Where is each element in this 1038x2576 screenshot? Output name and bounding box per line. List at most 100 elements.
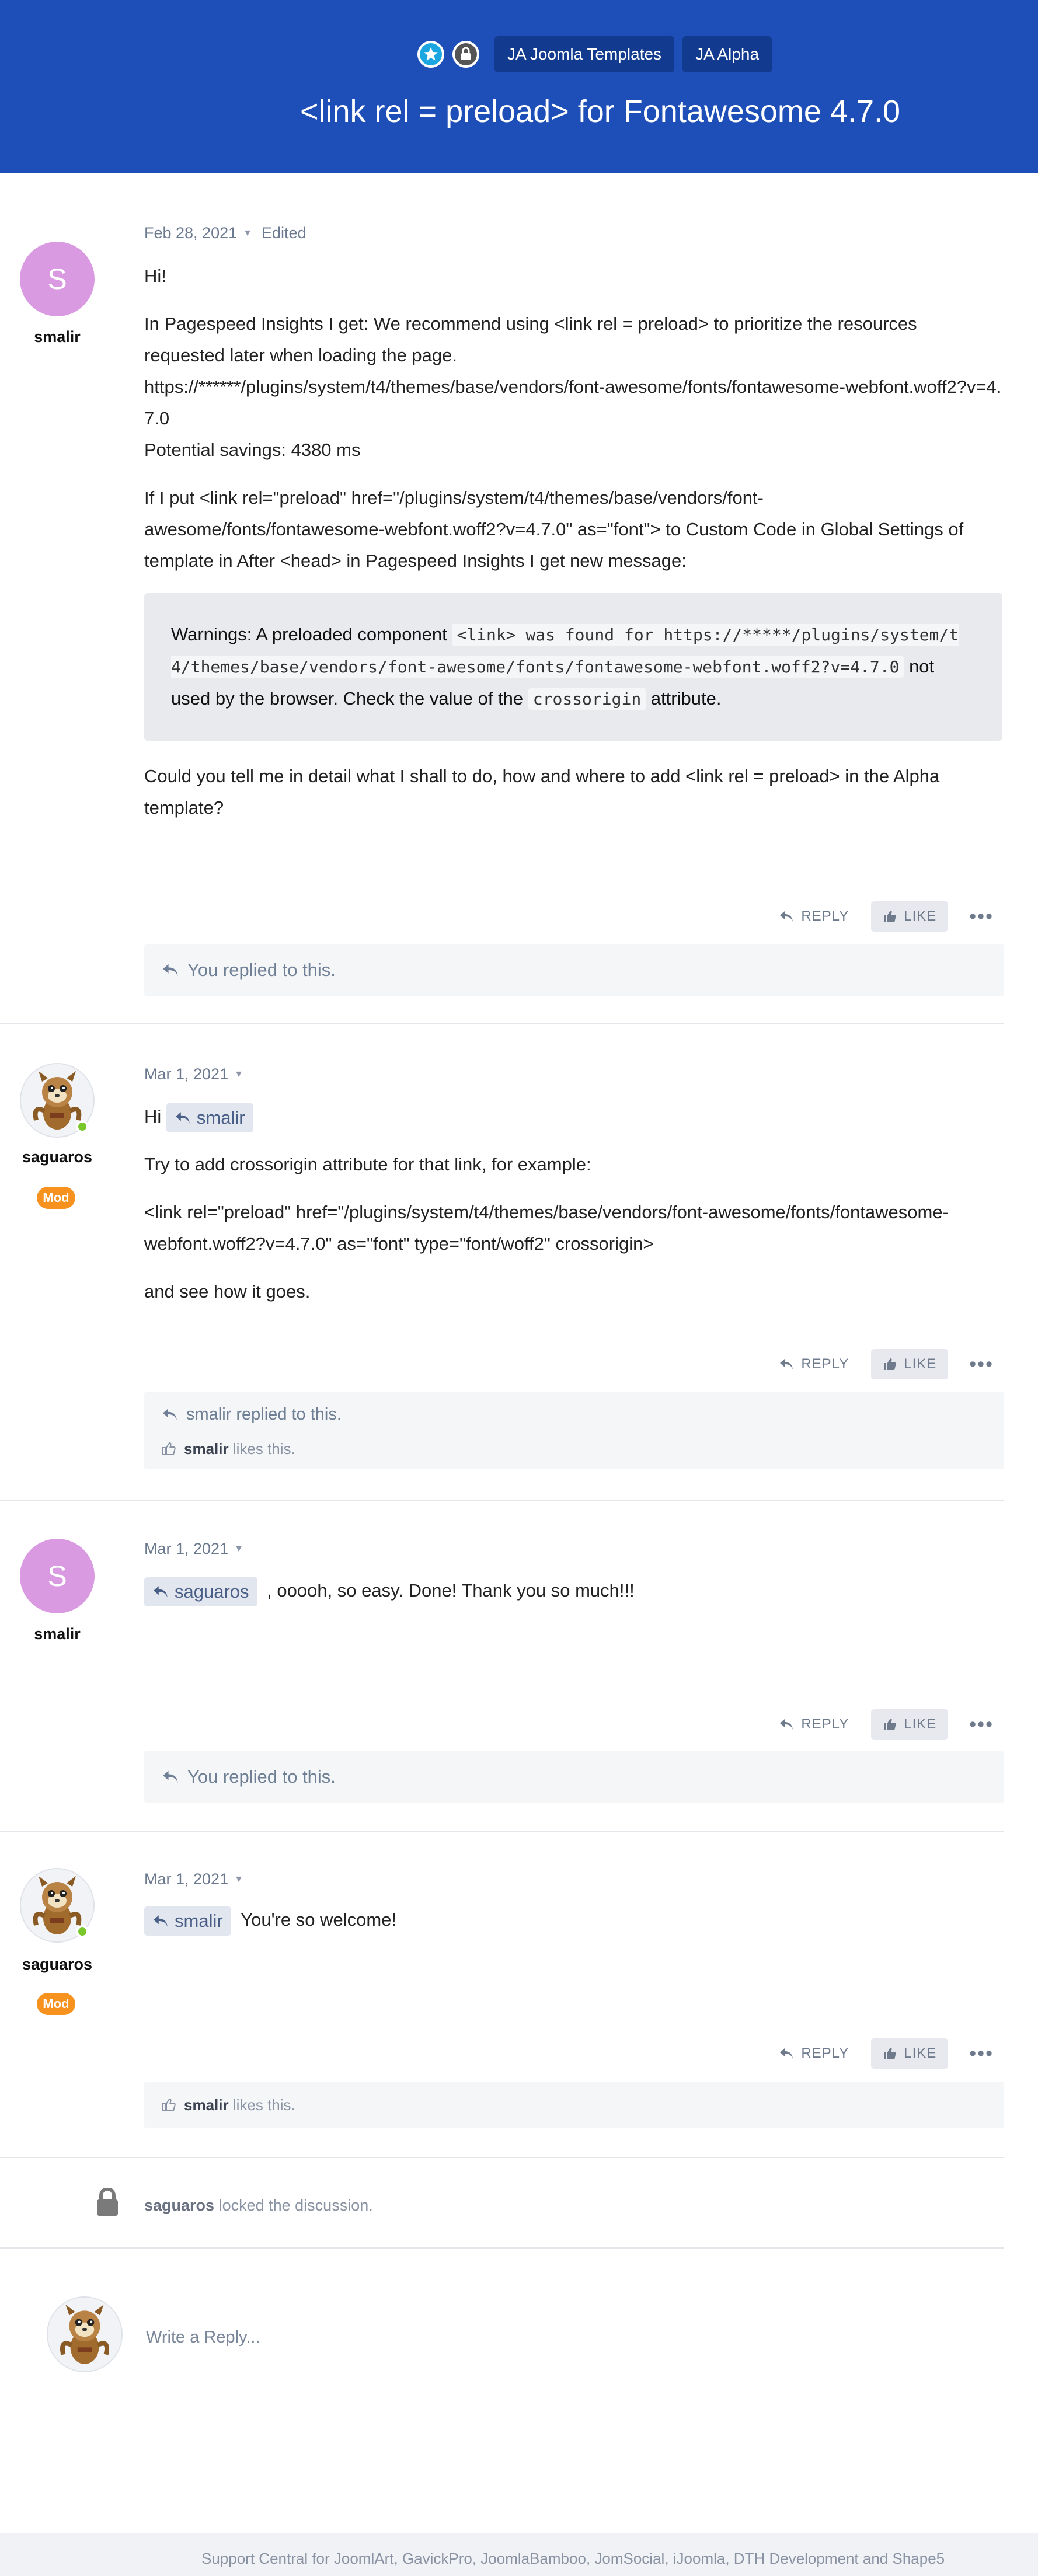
more-options-button[interactable]: ••• — [959, 1349, 1004, 1379]
thumbs-up-icon — [884, 911, 897, 922]
mention-link[interactable]: smalir — [166, 1103, 253, 1132]
reply-composer[interactable]: Write a Reply... — [0, 2277, 1038, 2382]
mention-link[interactable]: smalir — [144, 1906, 231, 1936]
reply-icon — [163, 1770, 178, 1783]
replied-indicator[interactable]: You replied to this. — [162, 1751, 987, 1803]
likes-text: likes this. — [232, 1439, 295, 1458]
replied-indicator[interactable]: You replied to this. — [162, 944, 987, 996]
blockquote: Warnings: A preloaded component <link> w… — [144, 593, 1002, 741]
replied-text: smalir replied to this. — [186, 1404, 342, 1424]
like-button[interactable]: LIKE — [871, 901, 949, 932]
post-footer: smalir replied to this. smalir likes thi… — [144, 1392, 1004, 1469]
post-actions: REPLY LIKE ••• — [767, 901, 1004, 932]
reply-icon — [163, 964, 178, 977]
replied-text: You replied to this. — [187, 960, 336, 980]
divider — [0, 1831, 1004, 1832]
reply-button[interactable]: REPLY — [767, 2038, 861, 2069]
post-paragraph: Hi! — [144, 266, 166, 286]
post-date[interactable]: Feb 28, 2021 — [144, 224, 237, 242]
reply-icon — [780, 2048, 793, 2059]
post-date[interactable]: Mar 1, 2021 — [144, 1065, 228, 1083]
post-body: Hi! In Pagespeed Insights I get: We reco… — [144, 260, 1002, 840]
avatar — [47, 2296, 123, 2372]
chevron-down-icon[interactable]: ▼ — [234, 1069, 243, 1080]
reply-button[interactable]: REPLY — [767, 901, 861, 932]
post-footer: You replied to this. — [144, 944, 1004, 996]
edited-label[interactable]: Edited — [262, 224, 306, 242]
likes-text: likes this. — [232, 2096, 295, 2114]
reply-button[interactable]: REPLY — [767, 1349, 861, 1379]
avatar[interactable]: S — [20, 242, 95, 316]
reply-icon — [780, 1359, 793, 1369]
reply-placeholder[interactable]: Write a Reply... — [146, 2328, 260, 2347]
discussion-title: <link rel = preload> for Fontawesome 4.7… — [299, 94, 901, 129]
post-text: , ooooh, so easy. Done! Thank you so muc… — [267, 1580, 635, 1601]
likes-user[interactable]: smalir — [184, 1440, 229, 1458]
thumbs-up-icon — [162, 2098, 176, 2111]
chevron-down-icon[interactable]: ▼ — [234, 1874, 243, 1885]
likes-indicator[interactable]: smalir likes this. — [162, 1434, 987, 1463]
locked-text: saguaros locked the discussion. — [144, 2197, 373, 2215]
site-footer: Support Central for JoomlArt, GavickPro,… — [0, 2533, 1038, 2576]
replied-indicator[interactable]: smalir replied to this. — [162, 1395, 987, 1434]
more-options-button[interactable]: ••• — [959, 901, 1004, 932]
quote-text: attribute. — [646, 688, 722, 709]
post-text: In Pagespeed Insights I get: We recommen… — [144, 313, 917, 365]
inline-code: crossorigin — [528, 688, 646, 710]
mod-badge: Mod — [37, 1993, 75, 2015]
likes-indicator[interactable]: smalir likes this. — [162, 2082, 987, 2128]
post-author[interactable]: smalir — [0, 328, 114, 346]
like-button[interactable]: LIKE — [871, 2038, 949, 2069]
like-button[interactable]: LIKE — [871, 1349, 949, 1379]
more-options-button[interactable]: ••• — [959, 2038, 1004, 2069]
divider — [0, 1023, 1004, 1024]
mention-name: smalir — [175, 1910, 223, 1931]
post-paragraph: saguaros , ooooh, so easy. Done! Thank y… — [144, 1575, 1002, 1606]
locked-badge — [452, 41, 479, 68]
post-author[interactable]: saguaros — [0, 1955, 114, 1974]
post-paragraph: Could you tell me in detail what I shall… — [144, 766, 940, 818]
post-body: smalir You're so welcome! — [144, 1904, 1002, 1952]
reply-icon — [176, 1112, 190, 1124]
post-meta: Mar 1, 2021 ▼ — [144, 1540, 243, 1558]
reply-label: REPLY — [801, 2045, 849, 2061]
tag-ja-joomla-templates[interactable]: JA Joomla Templates — [494, 36, 675, 72]
locked-user[interactable]: saguaros — [144, 2197, 214, 2214]
chevron-down-icon[interactable]: ▼ — [243, 228, 252, 239]
post-paragraph: In Pagespeed Insights I get: We recommen… — [144, 308, 1002, 466]
post-paragraph: <link rel="preload" href="/plugins/syste… — [144, 1202, 949, 1254]
reply-icon — [163, 1409, 177, 1420]
like-label: LIKE — [904, 1356, 937, 1372]
reply-icon — [154, 1586, 168, 1598]
star-icon — [420, 43, 442, 65]
post-paragraph: Try to add crossorigin attribute for tha… — [144, 1154, 591, 1174]
more-options-button[interactable]: ••• — [959, 1709, 1004, 1740]
avatar[interactable]: S — [20, 1539, 95, 1613]
post-author[interactable]: smalir — [0, 1625, 114, 1643]
mention-name: smalir — [196, 1107, 245, 1128]
likes-user[interactable]: smalir — [184, 2096, 229, 2114]
tag-ja-alpha[interactable]: JA Alpha — [682, 36, 772, 72]
like-button[interactable]: LIKE — [871, 1709, 949, 1740]
header-badges: JA Joomla Templates JA Alpha — [417, 36, 772, 72]
post-paragraph: If I put <link rel="preload" href="/plug… — [144, 487, 964, 571]
reply-icon — [154, 1915, 168, 1927]
post-paragraph: Hi smalir — [144, 1101, 1002, 1132]
reply-button[interactable]: REPLY — [767, 1709, 861, 1740]
post-author[interactable]: saguaros — [0, 1148, 114, 1166]
divider — [0, 2247, 1004, 2249]
post-date[interactable]: Mar 1, 2021 — [144, 1540, 228, 1558]
reply-label: REPLY — [801, 908, 849, 924]
post-date[interactable]: Mar 1, 2021 — [144, 1870, 228, 1888]
replied-text: You replied to this. — [187, 1766, 336, 1787]
locked-message: locked the discussion. — [218, 2197, 373, 2214]
chevron-down-icon[interactable]: ▼ — [234, 1544, 243, 1554]
avatar-image — [48, 2298, 121, 2371]
mention-link[interactable]: saguaros — [144, 1577, 257, 1606]
mod-badge: Mod — [37, 1187, 75, 1209]
thumbs-up-icon — [884, 1358, 897, 1370]
post-text: Potential savings: 4380 ms — [144, 440, 361, 460]
discussion-header: JA Joomla Templates JA Alpha <link rel =… — [0, 0, 1038, 173]
post-text: You're so welcome! — [241, 1909, 396, 1930]
reply-icon — [780, 1719, 793, 1730]
